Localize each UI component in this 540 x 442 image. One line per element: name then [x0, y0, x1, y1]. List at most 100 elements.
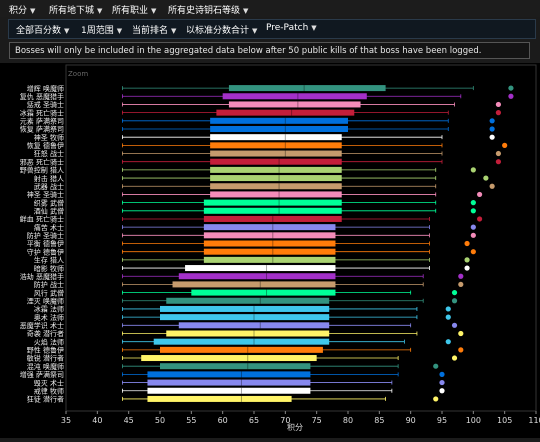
outlier-point [470, 249, 476, 255]
row-label: 射击 猎人 [34, 174, 64, 183]
outlier-point [445, 306, 451, 312]
outlier-point [451, 289, 458, 296]
x-tick-label: 75 [312, 416, 322, 425]
filter-percentile[interactable]: 全部百分数 ▼ [16, 23, 69, 36]
row-label: 防护 圣骑士 [27, 231, 64, 240]
box-iqr [210, 183, 342, 190]
outlier-point [451, 298, 458, 304]
box-iqr [160, 363, 311, 370]
outlier-point [470, 200, 476, 206]
chevron-down-icon: ▼ [116, 27, 123, 35]
row-label: 火焰 法师 [34, 337, 64, 346]
nav-keystone-levels[interactable]: 所有史诗钥石等级 ▼ [168, 3, 248, 16]
row-label: 野性 德鲁伊 [27, 346, 64, 355]
box-iqr [185, 265, 336, 272]
row-label: 织雾 武僧 [34, 198, 64, 207]
outlier-point [489, 134, 495, 140]
nav-score-label: 积分 [9, 6, 28, 16]
outlier-point [451, 355, 458, 361]
box-iqr [147, 379, 311, 386]
filter-aggregation[interactable]: 以标准分数合计 ▼ [186, 23, 257, 36]
x-tick-label: 60 [218, 416, 228, 425]
row-label: 风行 武僧 [34, 288, 64, 297]
nav-score[interactable]: 积分 ▼ [9, 3, 35, 16]
row-label: 混沌 唤魔师 [27, 362, 64, 371]
row-label: 鲜血 死亡骑士 [20, 215, 64, 224]
row-label: 奥术 法师 [34, 313, 64, 322]
row-label: 冰霜 法师 [34, 305, 64, 314]
notice-text: Bosses will only be included in the aggr… [15, 46, 482, 56]
box-iqr [172, 281, 336, 288]
box-iqr [210, 175, 342, 182]
outlier-point [489, 126, 495, 132]
row-label: 狂徒 潜行者 [27, 395, 64, 404]
filter-percentile-label: 全部百分数 [16, 26, 62, 36]
box-iqr [147, 371, 311, 378]
row-label: 武器 战士 [34, 182, 64, 191]
box-iqr [160, 314, 330, 321]
chevron-down-icon: ▼ [30, 7, 36, 15]
nav-classes-label: 所有职业 [112, 6, 149, 16]
box-iqr [178, 273, 336, 280]
outlier-point [470, 224, 476, 230]
chevron-down-icon: ▼ [97, 7, 103, 15]
row-label: 浩劫 恶魔猎手 [20, 272, 64, 281]
chevron-down-icon: ▼ [171, 27, 177, 35]
box-iqr [210, 166, 342, 173]
filter-range[interactable]: 1周范围 ▼ [81, 23, 122, 36]
x-tick-label: 80 [343, 416, 353, 425]
notice-banner: Bosses will only be included in the aggr… [9, 42, 530, 59]
box-iqr [222, 93, 367, 100]
box-iqr [147, 387, 311, 394]
outlier-point [458, 281, 464, 288]
outlier-point [477, 216, 483, 222]
box-iqr [210, 117, 348, 124]
chevron-down-icon: ▼ [243, 7, 249, 15]
row-label: 暗影 牧师 [34, 264, 64, 273]
x-tick-label: 95 [437, 416, 447, 425]
outlier-point [439, 371, 445, 377]
x-tick-label: 35 [61, 416, 71, 425]
row-label: 元素 萨满祭司 [20, 117, 64, 126]
nav-dungeons-label: 所有地下城 [49, 6, 95, 16]
row-label: 增强 萨满祭司 [20, 370, 64, 379]
outlier-point [470, 232, 476, 238]
row-label: 奇袭 潜行者 [27, 329, 64, 338]
box-iqr [203, 232, 336, 239]
x-tick-label: 90 [406, 416, 416, 425]
x-tick-label: 105 [497, 416, 512, 425]
row-label: 恢复 萨满祭司 [20, 125, 64, 134]
nav-dungeons[interactable]: 所有地下城 ▼ [49, 3, 102, 16]
x-tick-label: 70 [280, 416, 290, 425]
outlier-point [495, 101, 501, 108]
row-label: 酒仙 武僧 [34, 206, 64, 215]
chevron-down-icon: ▼ [252, 27, 258, 35]
row-label: 神圣 牧师 [34, 133, 64, 142]
box-iqr [210, 191, 342, 198]
box-iqr [210, 142, 342, 149]
row-label: 痛苦 术士 [34, 223, 64, 232]
x-tick-label: 100 [466, 416, 481, 425]
box-iqr [153, 338, 330, 345]
box-iqr [210, 134, 342, 141]
x-tick-label: 45 [124, 416, 134, 425]
row-label: 敏锐 潜行者 [27, 354, 64, 363]
box-iqr [203, 199, 342, 206]
outlier-point [489, 183, 495, 189]
row-label: 邪恶 死亡骑士 [20, 157, 64, 166]
row-label: 恢复 德鲁伊 [27, 141, 64, 150]
outlier-point [458, 273, 464, 279]
nav-classes[interactable]: 所有职业 ▼ [112, 3, 156, 16]
outlier-point [439, 379, 445, 386]
outlier-point [433, 363, 439, 369]
zoom-label[interactable]: Zoom [68, 70, 88, 78]
outlier-point [464, 265, 470, 271]
box-iqr [203, 240, 336, 247]
filter-ranking[interactable]: 当前排名 ▼ [132, 23, 176, 36]
outlier-point [508, 93, 514, 99]
outlier-point [483, 175, 489, 181]
box-iqr [203, 224, 336, 231]
filter-patch-label: Pre-Patch [266, 23, 309, 33]
filter-patch[interactable]: Pre-Patch ▼ [266, 23, 317, 33]
x-tick-label: 50 [155, 416, 165, 425]
